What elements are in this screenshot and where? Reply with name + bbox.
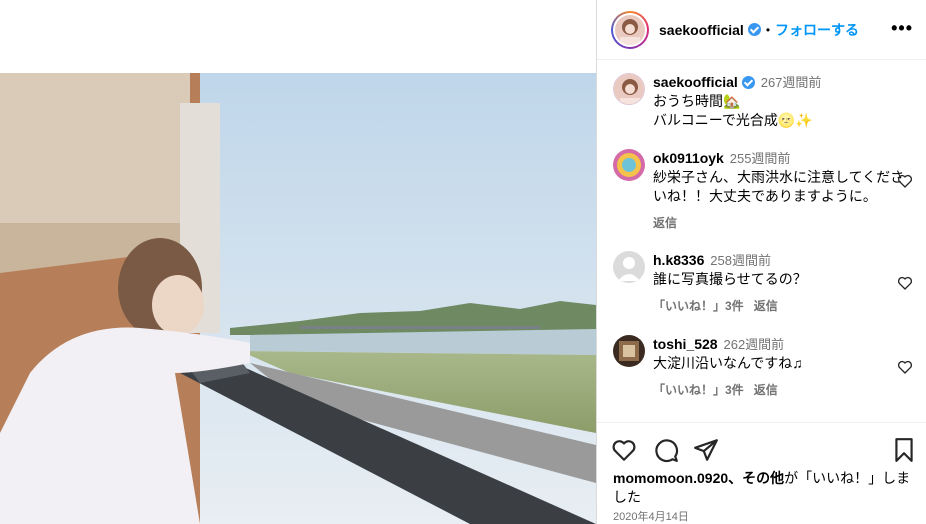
verified-icon <box>741 76 755 89</box>
comment-time[interactable]: 258週間前 <box>710 253 771 268</box>
header-separator: • <box>765 22 771 37</box>
verified-icon <box>747 23 761 36</box>
more-icon[interactable]: ••• <box>891 18 913 39</box>
comment-time[interactable]: 255週間前 <box>730 151 791 166</box>
reply-button[interactable]: 返信 <box>754 299 778 313</box>
heart-icon[interactable] <box>897 173 913 189</box>
share-icon[interactable] <box>693 437 719 463</box>
caption-username[interactable]: saekoofficial <box>653 74 738 90</box>
comment-likes[interactable]: 「いいね！」3件 <box>653 299 744 313</box>
liker-username[interactable]: momomoon.0920 <box>613 470 728 486</box>
comment-likes[interactable]: 「いいね！」3件 <box>653 383 744 397</box>
caption: saekoofficial 267週間前 おうち時間🏡 バルコニーで光合成🌝✨ <box>613 73 913 130</box>
comment-icon[interactable] <box>653 437 679 463</box>
heart-icon[interactable] <box>897 359 913 375</box>
post-date[interactable]: 2020年4月14日 <box>613 508 689 524</box>
bookmark-icon[interactable] <box>891 437 917 463</box>
reply-button[interactable]: 返信 <box>653 216 677 230</box>
caption-text-line: おうち時間🏡 <box>653 93 741 109</box>
avatar[interactable] <box>613 335 645 367</box>
likes-summary: momomoon.0920、その他が「いいね！」しました <box>613 469 913 507</box>
avatar[interactable] <box>613 251 645 283</box>
comment-time[interactable]: 262週間前 <box>723 337 784 352</box>
post-side-panel: saekoofficial • フォローする ••• saekoofficial… <box>596 0 926 524</box>
reply-button[interactable]: 返信 <box>754 383 778 397</box>
comment-text: 大淀川沿いなんですね♫ <box>653 355 803 371</box>
comment-item: ok0911oyk 255週間前 紗栄子さん、大雨洪水に注意してくださいね！！大… <box>613 149 913 233</box>
post-photo[interactable] <box>0 73 596 524</box>
comment-username[interactable]: toshi_528 <box>653 336 718 352</box>
comment-text: 誰に写真撮らせてるの？ <box>653 271 807 287</box>
heart-icon[interactable] <box>611 437 637 463</box>
post-header: saekoofficial • フォローする ••• <box>597 0 926 60</box>
comments-list[interactable]: saekoofficial 267週間前 おうち時間🏡 バルコニーで光合成🌝✨ … <box>597 61 926 421</box>
heart-icon[interactable] <box>897 275 913 291</box>
caption-text-line: バルコニーで光合成🌝✨ <box>653 112 813 128</box>
comment-username[interactable]: ok0911oyk <box>653 150 724 166</box>
others-link[interactable]: 、その他 <box>728 470 784 486</box>
avatar[interactable] <box>613 149 645 181</box>
post-actions: momomoon.0920、その他が「いいね！」しました 2020年4月14日 <box>597 422 926 524</box>
comment-username[interactable]: h.k8336 <box>653 252 704 268</box>
comment-item: toshi_528 262週間前 大淀川沿いなんですね♫ 「いいね！」3件 返信 <box>613 335 913 400</box>
photo-top-blank <box>0 0 596 73</box>
avatar[interactable] <box>611 10 649 49</box>
caption-time[interactable]: 267週間前 <box>761 75 822 90</box>
comment-item: h.k8336 258週間前 誰に写真撮らせてるの？ 「いいね！」3件 返信 <box>613 251 913 316</box>
avatar[interactable] <box>613 73 645 105</box>
follow-button[interactable]: フォローする <box>775 20 859 40</box>
comment-text: 紗栄子さん、大雨洪水に注意してくださいね！！大丈夫でありますように。 <box>653 169 905 204</box>
header-username[interactable]: saekoofficial <box>659 22 744 38</box>
